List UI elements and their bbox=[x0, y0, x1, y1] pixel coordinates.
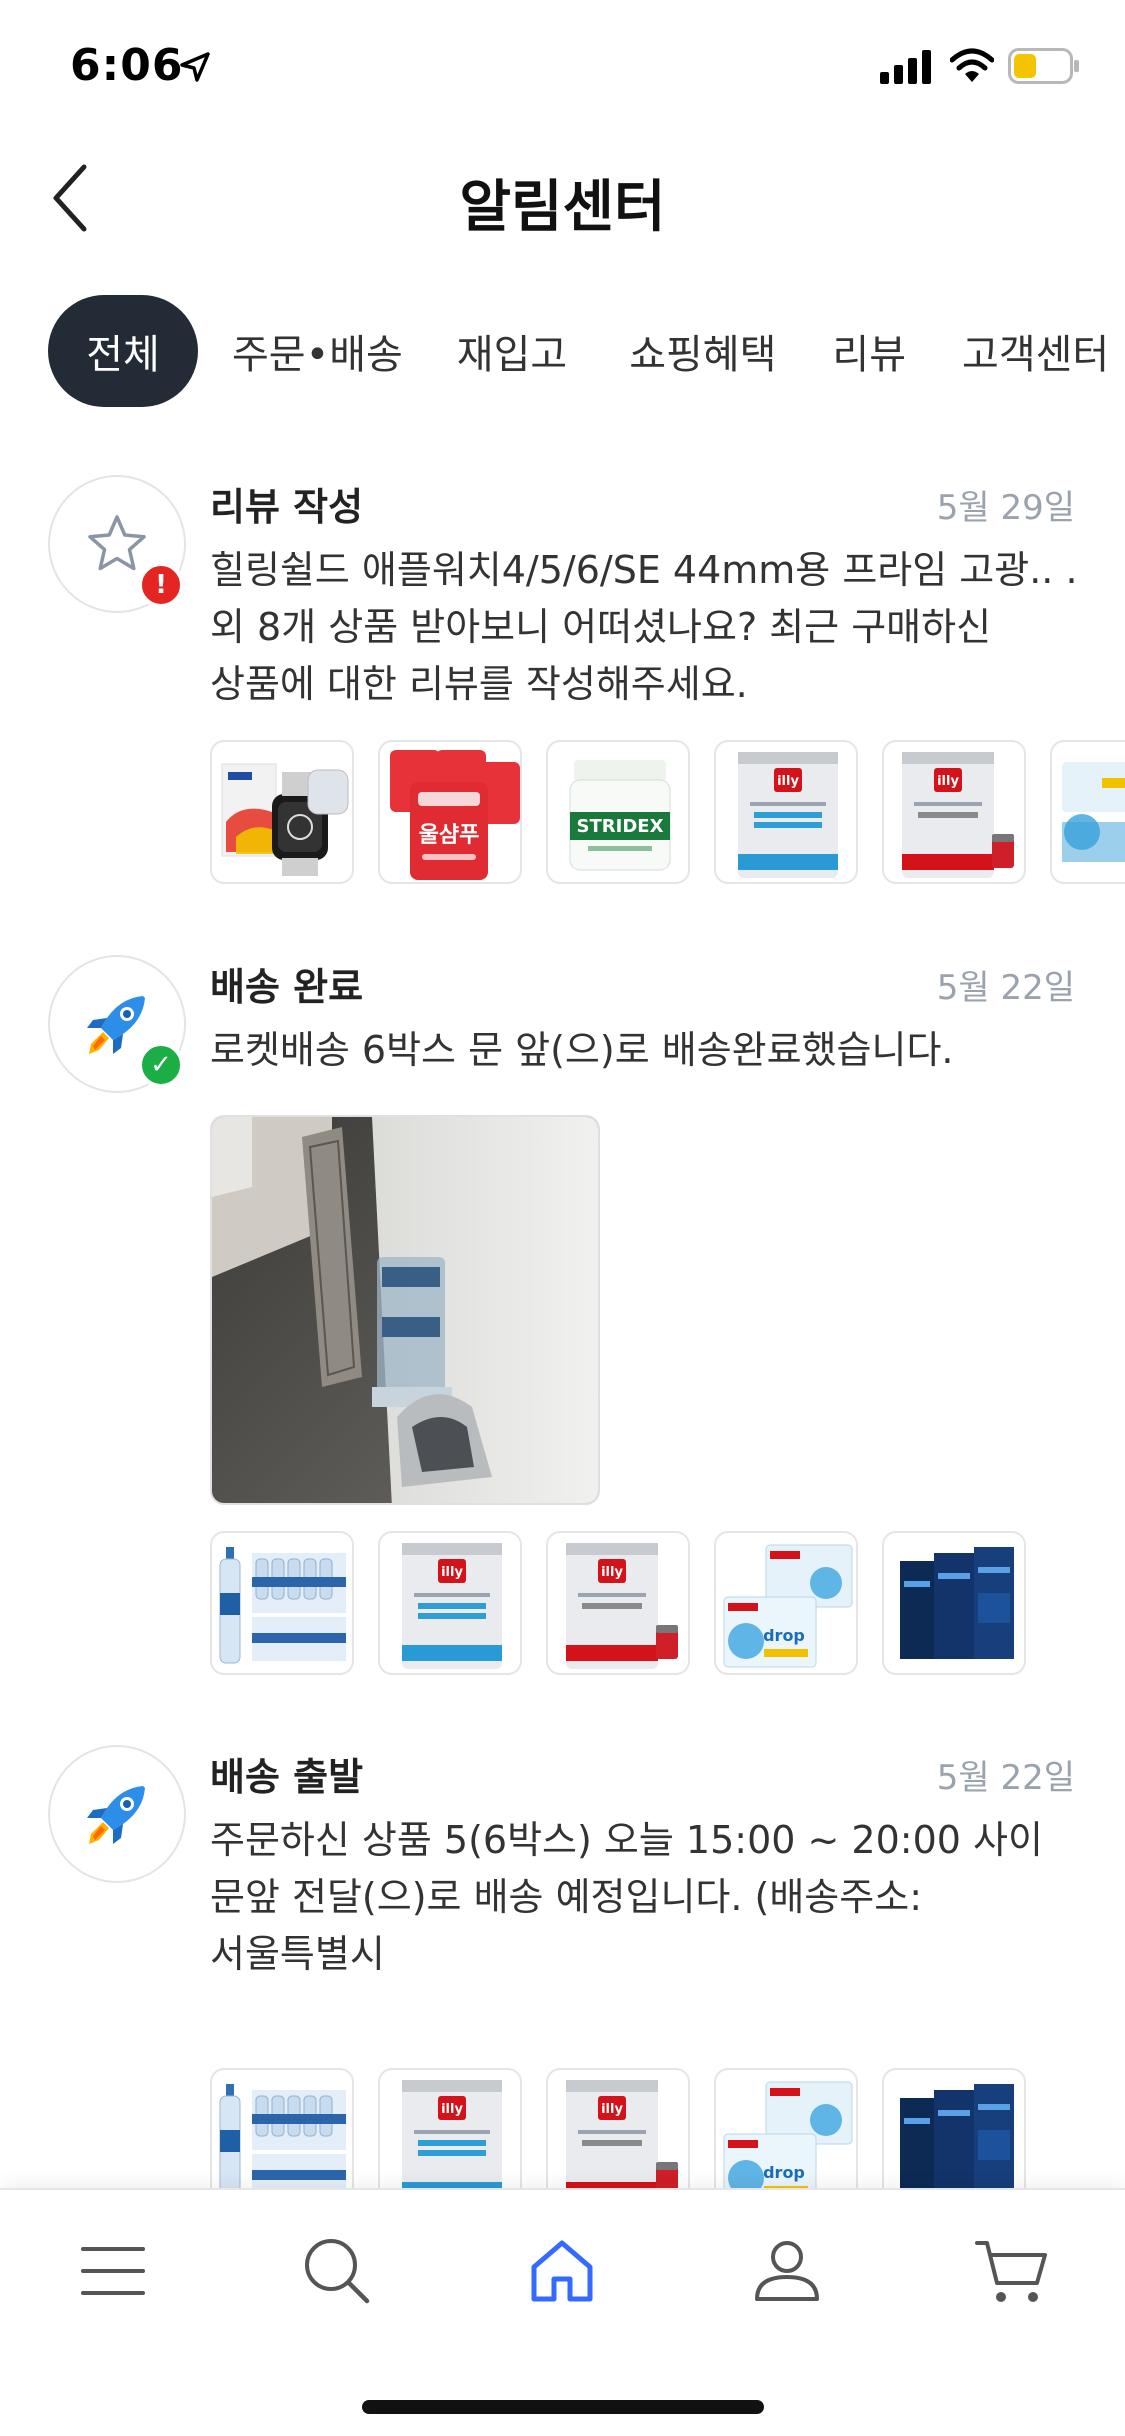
product-thumb-drop[interactable] bbox=[1050, 740, 1125, 884]
notification-body: 힐링쉴드 애플워치4/5/6/SE 44mm용 프라임 고광.. . 외 8개 … bbox=[210, 548, 1078, 706]
tab-customer-center[interactable]: 고객센터 bbox=[962, 295, 1109, 407]
product-thumb-stridex[interactable]: STRIDEX bbox=[546, 740, 690, 884]
rocket-icon bbox=[87, 996, 145, 1054]
notification-delivered[interactable]: ✓ 배송 완료 5월 22일 로켓배송 6박스 문 앞(으)로 배송완료했습니다… bbox=[0, 950, 1125, 1680]
status-time: 6:06 bbox=[70, 40, 184, 91]
svg-text:illy: illy bbox=[441, 2102, 463, 2117]
tab-shopping-benefits[interactable]: 쇼핑혜택 bbox=[629, 295, 776, 407]
svg-text:drop: drop bbox=[763, 2163, 805, 2182]
svg-text:울샴푸: 울샴푸 bbox=[419, 823, 480, 848]
product-thumb-illy-decaf[interactable]: illy bbox=[378, 2068, 522, 2188]
check-badge-icon: ✓ bbox=[138, 1042, 184, 1088]
product-thumb-watch[interactable] bbox=[210, 740, 354, 884]
product-thumb-illy-classico[interactable]: illy bbox=[546, 1531, 690, 1675]
product-thumb-drop[interactable]: drop bbox=[714, 1531, 858, 1675]
notification-date: 5월 29일 bbox=[936, 488, 1075, 528]
svg-text:illy: illy bbox=[441, 1565, 463, 1580]
product-thumb-shampoo[interactable]: 울샴푸 bbox=[378, 740, 522, 884]
svg-text:illy: illy bbox=[601, 2102, 623, 2117]
nav-home-button[interactable] bbox=[517, 2226, 607, 2316]
product-thumbnails: illy illy drop bbox=[210, 2068, 1125, 2188]
svg-text:illy: illy bbox=[601, 1565, 623, 1580]
home-indicator bbox=[362, 2400, 764, 2414]
notification-title: 배송 출발 bbox=[210, 1755, 364, 1799]
bottom-navigation bbox=[0, 2188, 1125, 2436]
product-thumb-water[interactable] bbox=[210, 2068, 354, 2188]
header: 알림센터 bbox=[0, 140, 1125, 250]
product-thumb-drop[interactable]: drop bbox=[714, 2068, 858, 2188]
home-icon bbox=[531, 2240, 593, 2302]
product-thumb-illy-decaf[interactable]: illy bbox=[378, 1531, 522, 1675]
product-thumbnails: 울샴푸 STRIDEX illy illy bbox=[210, 740, 1125, 884]
product-thumbnails: illy illy drop bbox=[210, 1531, 1125, 1675]
alert-badge-icon: ! bbox=[138, 562, 184, 608]
notification-dispatched[interactable]: 배송 출발 5월 22일 주문하신 상품 5(6박스) 오늘 15:00 ~ 2… bbox=[0, 1740, 1125, 2188]
star-icon bbox=[88, 515, 146, 571]
product-thumb-illy-decaf[interactable]: illy bbox=[714, 740, 858, 884]
svg-text:STRIDEX: STRIDEX bbox=[577, 816, 664, 837]
nav-search-button[interactable] bbox=[292, 2226, 382, 2316]
category-tabs: 전체 주문•배송 재입고 쇼핑혜택 리뷰 고객센터 bbox=[48, 295, 1125, 407]
status-bar: 6:06 bbox=[0, 0, 1125, 132]
product-thumb-water[interactable] bbox=[210, 1531, 354, 1675]
user-icon bbox=[755, 2241, 819, 2301]
product-thumb-illy-classico[interactable]: illy bbox=[882, 740, 1026, 884]
nav-menu-button[interactable] bbox=[68, 2226, 158, 2316]
product-thumb-illy-classico[interactable]: illy bbox=[546, 2068, 690, 2188]
wifi-icon bbox=[950, 48, 994, 82]
notification-title: 배송 완료 bbox=[210, 965, 364, 1009]
svg-text:drop: drop bbox=[763, 1626, 805, 1645]
nav-cart-button[interactable] bbox=[966, 2226, 1056, 2316]
tab-all[interactable]: 전체 bbox=[48, 295, 198, 407]
page-title: 알림센터 bbox=[459, 175, 666, 240]
notification-title: 리뷰 작성 bbox=[210, 485, 364, 529]
product-thumb-blue-boxes[interactable] bbox=[882, 1531, 1026, 1675]
notification-avatar bbox=[48, 1745, 186, 1883]
cart-icon bbox=[975, 2241, 1047, 2302]
notification-date: 5월 22일 bbox=[936, 1758, 1075, 1798]
svg-text:illy: illy bbox=[777, 774, 799, 789]
notification-body: 주문하신 상품 5(6박스) 오늘 15:00 ~ 20:00 사이 문앞 전달… bbox=[210, 1818, 1043, 1976]
notification-date: 5월 22일 bbox=[936, 968, 1075, 1008]
tab-restock[interactable]: 재입고 bbox=[457, 295, 567, 407]
search-icon bbox=[305, 2239, 370, 2304]
svg-text:illy: illy bbox=[937, 774, 959, 789]
product-thumb-blue-boxes[interactable] bbox=[882, 2068, 1026, 2188]
notification-review[interactable]: ! 리뷰 작성 5월 29일 힐링쉴드 애플워치4/5/6/SE 44mm용 프… bbox=[0, 470, 1125, 890]
tab-review[interactable]: 리뷰 bbox=[832, 295, 906, 407]
location-arrow-icon bbox=[180, 52, 210, 82]
battery-icon bbox=[1008, 48, 1079, 84]
menu-icon bbox=[81, 2247, 145, 2295]
nav-mypage-button[interactable] bbox=[742, 2226, 832, 2316]
notification-body: 로켓배송 6박스 문 앞(으)로 배송완료했습니다. bbox=[210, 1028, 954, 1072]
tab-order-delivery[interactable]: 주문•배송 bbox=[232, 295, 403, 407]
cellular-signal-icon bbox=[880, 50, 931, 84]
rocket-icon bbox=[87, 1786, 145, 1844]
delivery-photo[interactable] bbox=[210, 1115, 600, 1505]
